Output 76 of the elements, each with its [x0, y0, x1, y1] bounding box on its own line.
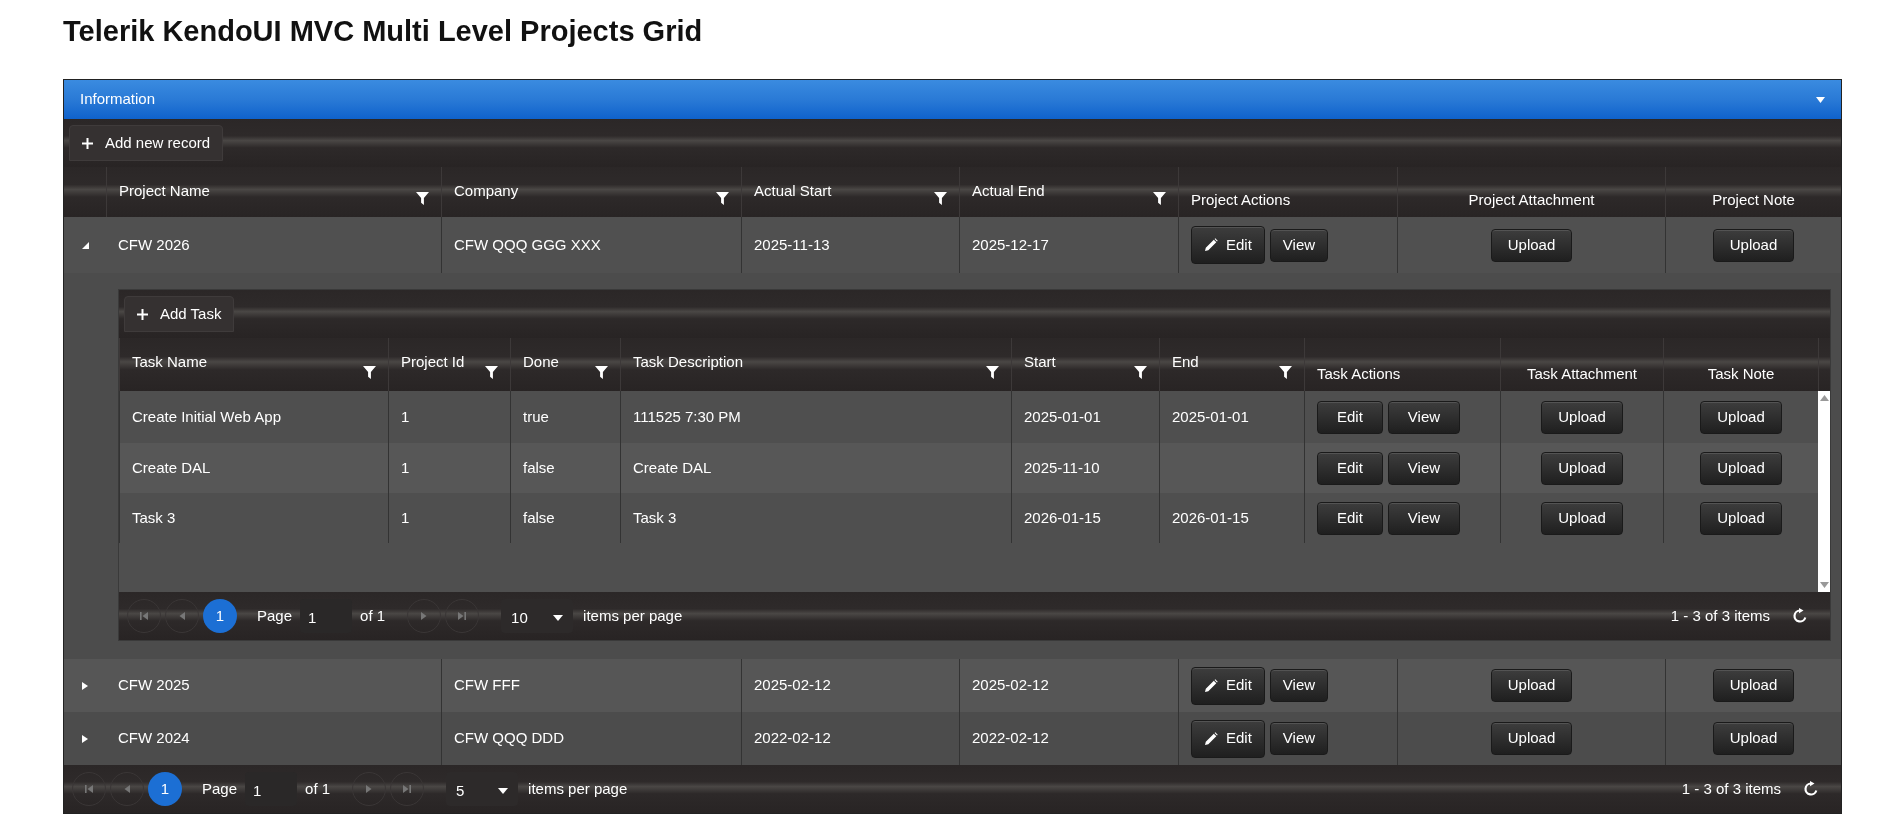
filter-icon[interactable] — [716, 192, 729, 205]
upload-button[interactable]: Upload — [1700, 501, 1782, 535]
expand-icon[interactable] — [81, 681, 89, 690]
filter-icon[interactable] — [986, 366, 999, 379]
view-button[interactable]: View — [1387, 451, 1461, 485]
filter-icon[interactable] — [1134, 366, 1147, 379]
current-page-button[interactable]: 1 — [203, 599, 237, 633]
add-task-button[interactable]: Add Task — [124, 296, 235, 332]
pencil-icon — [1204, 678, 1218, 693]
view-button[interactable]: View — [1387, 400, 1461, 434]
edit-button[interactable]: Edit — [1191, 719, 1265, 758]
view-button[interactable]: View — [1269, 228, 1329, 262]
table-cell-text: CFW 2026 — [117, 234, 191, 255]
view-button[interactable]: View — [1269, 722, 1329, 755]
edit-button[interactable]: Edit — [1317, 400, 1383, 434]
page-count: of 1 — [360, 605, 386, 626]
page-label: Page — [257, 605, 293, 626]
filter-icon[interactable] — [1279, 366, 1292, 379]
upload-button[interactable]: Upload — [1700, 400, 1782, 434]
edit-button[interactable]: Edit — [1191, 666, 1265, 705]
expand-icon[interactable] — [81, 734, 89, 743]
panel-header[interactable]: Information — [64, 80, 1841, 119]
page-title: Telerik KendoUI MVC Multi Level Projects Grid — [63, 14, 704, 49]
panel-title: Information — [80, 89, 156, 110]
filter-icon[interactable] — [485, 366, 498, 379]
upload-button[interactable]: Upload — [1541, 400, 1623, 434]
upload-button[interactable]: Upload — [1712, 722, 1795, 755]
table-cell: Task 3 — [620, 493, 1011, 543]
edit-button[interactable]: Edit — [1317, 451, 1383, 485]
view-button[interactable]: View — [1269, 669, 1329, 702]
pencil-icon — [1204, 238, 1218, 252]
scrollbar[interactable] — [1818, 391, 1830, 592]
first-page-icon — [82, 782, 96, 796]
items-per-page-label: items per page — [583, 605, 683, 626]
first-page-icon — [137, 609, 151, 623]
refresh-icon[interactable] — [1803, 781, 1819, 797]
upload-button[interactable]: Upload — [1490, 228, 1573, 262]
table-cell: 2026-01-15 — [1011, 493, 1159, 543]
upload-button[interactable]: Upload — [1541, 501, 1623, 535]
page-label: Page — [202, 778, 238, 799]
add-record-button[interactable]: Add new record — [69, 125, 224, 161]
filter-icon[interactable] — [416, 192, 429, 205]
upload-button[interactable]: Upload — [1712, 669, 1795, 702]
view-button[interactable]: View — [1387, 501, 1461, 535]
upload-button[interactable]: Upload — [1490, 722, 1573, 755]
table-cell-text: CFW 2024 — [117, 728, 191, 749]
upload-button[interactable]: Upload — [1490, 669, 1573, 702]
refresh-icon[interactable] — [1792, 608, 1808, 624]
filter-icon[interactable] — [363, 366, 376, 379]
upload-button[interactable]: Upload — [1712, 228, 1795, 262]
edit-button[interactable]: Edit — [1191, 226, 1265, 264]
table-cell: false — [510, 493, 620, 543]
filter-icon[interactable] — [1153, 192, 1166, 205]
upload-button[interactable]: Upload — [1541, 451, 1623, 485]
items-per-page-label: items per page — [528, 778, 628, 799]
caret-icon[interactable] — [1816, 96, 1825, 103]
items-summary: 1 - 3 of 3 items — [1681, 778, 1781, 799]
page-count: of 1 — [305, 778, 331, 799]
items-summary: 1 - 3 of 3 items — [1670, 605, 1770, 626]
current-page-button[interactable]: 1 — [148, 772, 182, 806]
pencil-icon — [1204, 731, 1218, 746]
upload-button[interactable]: Upload — [1700, 451, 1782, 485]
table-cell-text: CFW 2025 — [117, 675, 191, 696]
caret-icon — [498, 788, 509, 794]
table-cell: 2026-01-15 — [1159, 493, 1304, 543]
scroll-down-icon[interactable] — [1819, 582, 1829, 588]
filter-icon[interactable] — [595, 366, 608, 379]
filter-icon[interactable] — [934, 192, 947, 205]
plus-icon — [82, 137, 93, 149]
scroll-up-icon[interactable] — [1819, 395, 1829, 401]
caret-icon — [553, 615, 564, 621]
table-cell: Task 3 — [119, 493, 388, 543]
table-cell: 1 — [388, 493, 510, 543]
collapse-icon[interactable] — [81, 241, 89, 249]
plus-icon — [137, 308, 148, 320]
edit-button[interactable]: Edit — [1317, 501, 1383, 535]
